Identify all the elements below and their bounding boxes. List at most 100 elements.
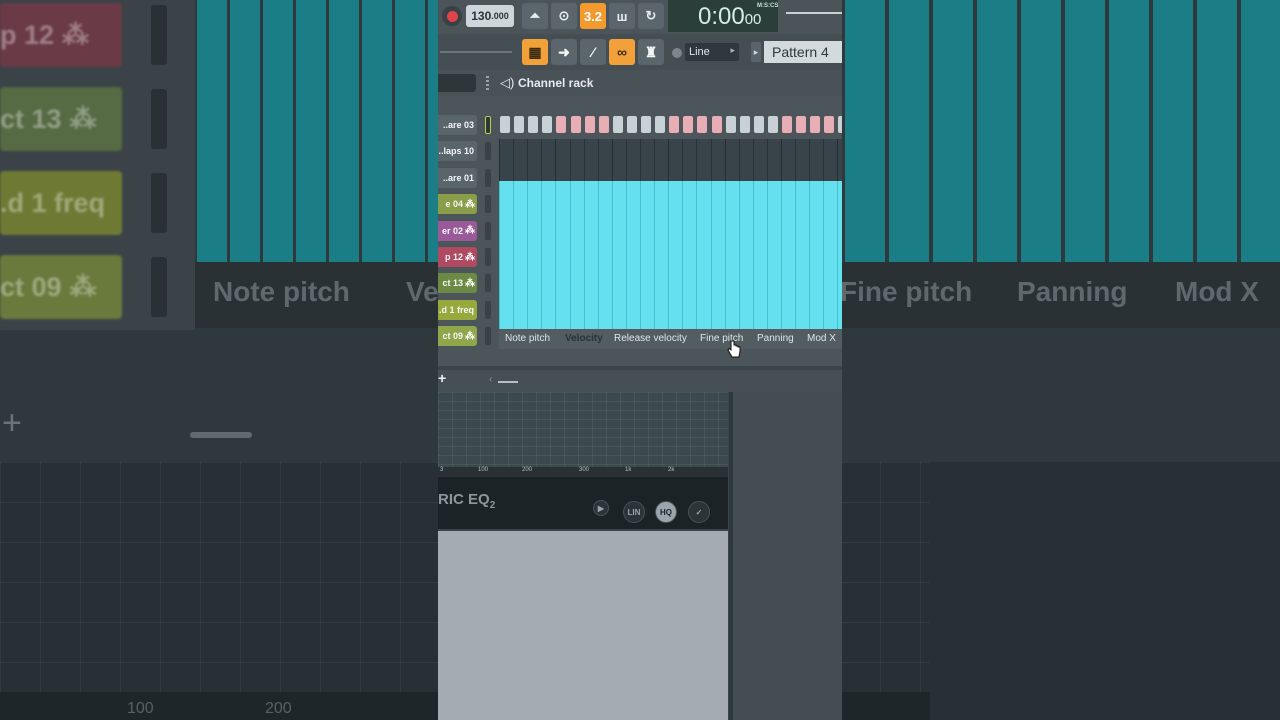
record-button[interactable]	[442, 6, 462, 26]
event-tab[interactable]: Note pitch	[505, 333, 550, 344]
play-icon[interactable]: ▶	[593, 500, 609, 516]
transport-toolbar: 130.000 ⏶ ⊙ 3.2 ш ↻ 0:0000 M:S:CS	[438, 0, 842, 34]
drag-handle-icon[interactable]	[486, 76, 489, 90]
metronome-button[interactable]: ⏶	[522, 3, 548, 29]
stamp-button[interactable]: ♜	[638, 39, 664, 65]
check-button[interactable]: ✓	[688, 501, 710, 523]
waveform-icon: ⁂	[465, 198, 475, 210]
waveform-icon: ⁂	[465, 330, 475, 342]
bg-tab-label: Panning	[1017, 276, 1128, 307]
event-tab[interactable]: Mod X	[807, 333, 836, 344]
hq-button[interactable]: HQ	[655, 501, 677, 523]
countdown-button[interactable]: 3.2	[580, 3, 606, 29]
channel-select-led[interactable]	[485, 142, 491, 161]
channel-button[interactable]: ..laps 10	[438, 141, 477, 162]
step-edit-icon: ш	[616, 8, 628, 24]
bg-ruler-tick: 100	[127, 700, 154, 717]
channel-label: ..are 03	[442, 120, 474, 130]
step-button[interactable]	[810, 116, 821, 133]
step-button[interactable]	[824, 116, 835, 133]
step-button[interactable]	[626, 116, 637, 133]
velocity-bar-divider	[513, 180, 515, 329]
event-tab[interactable]: Panning	[757, 333, 794, 344]
pattern-arrow-button[interactable]: ▸	[751, 42, 761, 62]
channel-button[interactable]: ..are 01	[438, 167, 477, 188]
step-button[interactable]	[739, 116, 750, 133]
wait-button[interactable]: ⊙	[551, 3, 577, 29]
time-display[interactable]: 0:0000 M:S:CS	[668, 0, 778, 32]
channel-button[interactable]: ct 09 ⁂	[438, 326, 477, 347]
channel-button[interactable]: p 12 ⁂	[438, 247, 477, 267]
pattern-selector[interactable]: Pattern 4	[764, 41, 842, 63]
step-button[interactable]	[598, 116, 609, 133]
step-button[interactable]	[641, 116, 651, 133]
step-button[interactable]	[697, 116, 708, 133]
lin-button[interactable]: LIN	[623, 501, 645, 523]
snap-selector[interactable]: Line ▸	[685, 43, 739, 61]
event-tab[interactable]: Velocity	[565, 333, 603, 344]
step-button[interactable]	[556, 116, 567, 133]
channel-label: er 02	[441, 225, 463, 236]
step-button[interactable]	[669, 116, 680, 133]
step-button[interactable]	[725, 116, 736, 133]
velocity-graph-editor[interactable]	[499, 139, 842, 329]
loop-record-button[interactable]: ↻	[638, 3, 664, 29]
velocity-bar-divider	[781, 180, 782, 329]
bg-velocity-bar	[845, 0, 885, 262]
channel-button[interactable]: ..are 03	[438, 115, 477, 135]
step-edit-button[interactable]: ш	[609, 3, 635, 29]
bg-scrollbar	[190, 432, 252, 438]
bg-velocity-bar	[296, 0, 326, 262]
channel-button[interactable]: e 04 ⁂	[438, 194, 477, 215]
loop-record-icon: ↻	[645, 8, 657, 23]
channel-button[interactable]: ct 13 ⁂	[438, 273, 477, 294]
step-button[interactable]	[838, 116, 842, 133]
link-button[interactable]: ∞	[609, 39, 635, 65]
step-button[interactable]	[767, 116, 778, 133]
channel-select-led[interactable]	[485, 248, 491, 266]
event-property-tabs: Note pitch Velocity Release velocity Fine p…	[499, 329, 842, 349]
step-button[interactable]	[612, 116, 623, 133]
step-button[interactable]	[711, 116, 722, 133]
step-button[interactable]	[542, 116, 553, 133]
rack-group-selector[interactable]	[438, 74, 476, 92]
channel-select-led[interactable]	[485, 327, 491, 346]
bg-channel-label: p 12	[0, 19, 55, 50]
step-button[interactable]	[584, 116, 595, 133]
step-button[interactable]	[753, 116, 764, 133]
bg-channel-led	[151, 5, 167, 65]
channel-select-led[interactable]	[485, 195, 491, 214]
master-volume-line[interactable]	[786, 12, 842, 14]
master-pitch-slider[interactable]	[440, 51, 512, 53]
horizontal-scrollbar[interactable]	[498, 381, 518, 383]
step-button[interactable]	[655, 116, 666, 133]
step-button[interactable]	[796, 116, 807, 133]
event-tab[interactable]: Release velocity	[614, 333, 687, 344]
eq-frequency-graph[interactable]	[438, 392, 728, 467]
piano-roll-button[interactable]: ▦	[522, 39, 548, 65]
channel-select-led[interactable]	[485, 300, 491, 319]
step-button[interactable]	[570, 116, 581, 133]
eq-ruler-tick: 100	[478, 467, 489, 473]
tempo-display[interactable]: 130.000	[466, 5, 514, 27]
channel-button[interactable]: .d 1 freq	[438, 299, 477, 320]
step-button[interactable]	[500, 116, 510, 133]
arrow-button[interactable]: ➜	[551, 39, 577, 65]
channel-select-led[interactable]	[485, 221, 491, 240]
step-button[interactable]	[782, 116, 792, 133]
velocity-bars[interactable]	[499, 180, 842, 329]
step-button[interactable]	[683, 116, 694, 133]
bg-tab-label: Mod X	[1175, 276, 1259, 307]
chevron-left-icon[interactable]: ‹	[489, 374, 492, 385]
brush-button[interactable]: ⁄	[580, 39, 606, 65]
velocity-bar-divider	[752, 180, 754, 329]
velocity-bar-divider	[809, 180, 811, 329]
channel-select-led[interactable]	[485, 116, 491, 134]
channel-select-led[interactable]	[485, 168, 491, 187]
step-button[interactable]	[514, 116, 525, 133]
channel-button[interactable]: er 02 ⁂	[438, 220, 477, 241]
channel-select-led[interactable]	[485, 274, 491, 293]
add-channel-button[interactable]: +	[438, 370, 446, 386]
brush-icon: ⁄	[591, 44, 595, 60]
step-button[interactable]	[528, 116, 539, 133]
